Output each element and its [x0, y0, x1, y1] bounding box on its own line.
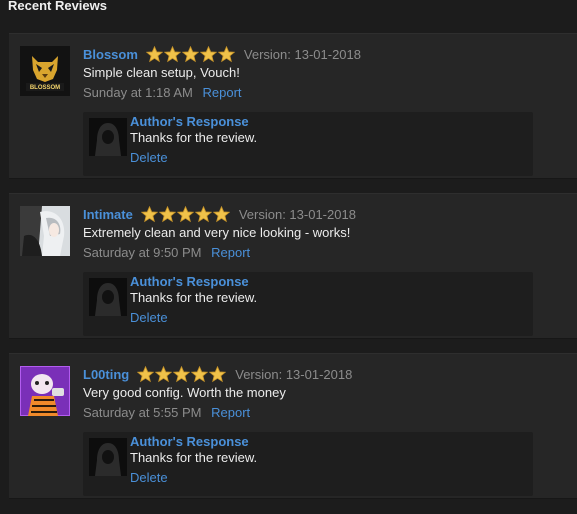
star-icon: [158, 205, 176, 222]
author-avatar[interactable]: [89, 118, 127, 156]
author-avatar[interactable]: [89, 438, 127, 476]
response-title: Author's Response: [130, 114, 249, 129]
response-title: Author's Response: [130, 434, 249, 449]
star-icon: [140, 205, 158, 222]
star-icon: [194, 205, 212, 222]
report-link[interactable]: Report: [211, 405, 250, 420]
star-icon: [163, 45, 181, 62]
hooded-figure-icon: [89, 118, 127, 156]
review-item: Intimate Version: 13-01-2018 Extremely c…: [9, 193, 577, 339]
report-link[interactable]: Report: [202, 85, 241, 100]
star-icon: [191, 365, 209, 382]
section-title: Recent Reviews: [8, 0, 107, 13]
star-icon: [155, 365, 173, 382]
hooded-figure-icon: [89, 278, 127, 316]
username-link[interactable]: Blossom: [83, 47, 138, 62]
review-item: L00ting Version: 13-01-2018 Very good co…: [9, 353, 577, 499]
star-icon: [145, 45, 163, 62]
version-label: Version: 13-01-2018: [238, 206, 356, 222]
review-item: BLOSSOM Blossom Version: 13-01-2018 Simp…: [9, 33, 577, 179]
review-meta: Sunday at 1:18 AM Report: [83, 85, 242, 100]
version-label: Version: 13-01-2018: [235, 366, 353, 382]
author-avatar[interactable]: [89, 278, 127, 316]
star-rating: [145, 45, 236, 63]
review-message: Extremely clean and very nice looking - …: [83, 225, 351, 240]
star-icon: [209, 365, 227, 382]
review-meta: Saturday at 5:55 PM Report: [83, 405, 250, 420]
delete-link[interactable]: Delete: [130, 470, 168, 485]
review-timestamp[interactable]: Saturday at 5:55 PM: [83, 405, 202, 420]
anime-portrait-icon: [20, 206, 70, 256]
review-message: Very good config. Worth the money: [83, 385, 286, 400]
review-header: Intimate Version: 13-01-2018: [83, 204, 356, 224]
avatar[interactable]: [20, 366, 70, 416]
review-timestamp[interactable]: Sunday at 1:18 AM: [83, 85, 193, 100]
svg-text:BLOSSOM: BLOSSOM: [30, 85, 60, 91]
delete-link[interactable]: Delete: [130, 150, 168, 165]
response-title: Author's Response: [130, 274, 249, 289]
username-link[interactable]: Intimate: [83, 207, 133, 222]
delete-link[interactable]: Delete: [130, 310, 168, 325]
response-text: Thanks for the review.: [130, 450, 258, 465]
star-icon: [137, 365, 155, 382]
star-icon: [217, 45, 235, 62]
star-icon: [181, 45, 199, 62]
avatar[interactable]: [20, 206, 70, 256]
review-message: Simple clean setup, Vouch!: [83, 65, 240, 80]
hooded-figure-icon: [89, 438, 127, 476]
review-header: Blossom Version: 13-01-2018: [83, 44, 361, 64]
tiger-logo-icon: BLOSSOM: [20, 46, 70, 96]
author-response: Author's Response Thanks for the review.…: [83, 432, 533, 496]
section-header: Recent Reviews: [0, 0, 577, 16]
star-icon: [199, 45, 217, 62]
star-rating: [137, 365, 227, 383]
cartoon-character-icon: [20, 366, 70, 416]
response-text: Thanks for the review.: [130, 130, 258, 145]
review-header: L00ting Version: 13-01-2018: [83, 364, 352, 384]
author-response: Author's Response Thanks for the review.…: [83, 112, 533, 176]
author-response: Author's Response Thanks for the review.…: [83, 272, 533, 336]
username-link[interactable]: L00ting: [83, 367, 129, 382]
response-text: Thanks for the review.: [130, 290, 258, 305]
star-icon: [173, 365, 191, 382]
review-timestamp[interactable]: Saturday at 9:50 PM: [83, 245, 202, 260]
report-link[interactable]: Report: [211, 245, 250, 260]
star-icon: [176, 205, 194, 222]
star-rating: [140, 205, 231, 223]
avatar[interactable]: BLOSSOM: [20, 46, 70, 96]
review-meta: Saturday at 9:50 PM Report: [83, 245, 250, 260]
star-icon: [212, 205, 230, 222]
version-label: Version: 13-01-2018: [243, 46, 361, 62]
